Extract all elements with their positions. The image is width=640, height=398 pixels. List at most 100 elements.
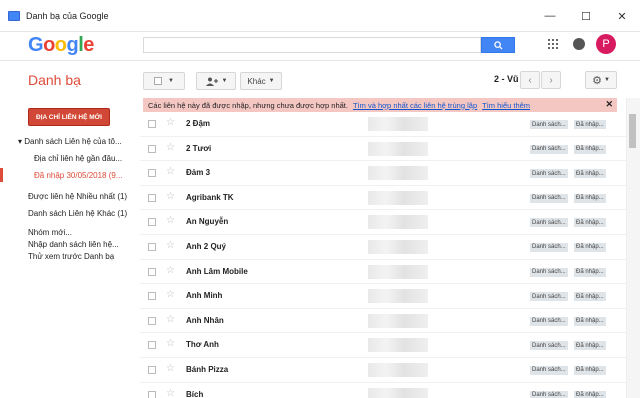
settings-button[interactable]: ⚙ ▼: [585, 71, 617, 89]
table-row[interactable]: ☆ Anh Lâm Mobile Danh sách... Đã nhập...: [140, 260, 626, 285]
star-icon[interactable]: ☆: [166, 215, 175, 226]
apps-grid-icon[interactable]: [548, 39, 558, 49]
chevron-left-icon: ‹: [528, 74, 532, 86]
row-checkbox[interactable]: [148, 267, 156, 276]
imported-tag: Đã nhập...: [574, 242, 606, 252]
star-icon[interactable]: ☆: [166, 289, 175, 300]
new-contact-button[interactable]: ĐỊA CHỈ LIÊN HỆ MỚI: [28, 108, 110, 126]
sidebar-item-try-preview[interactable]: Thử xem trước Danh bạ: [28, 252, 114, 261]
group-tag: Danh sách...: [530, 242, 568, 252]
blurred-contact-info: [368, 239, 428, 254]
select-checkbox[interactable]: [154, 77, 163, 85]
notifications-icon[interactable]: [573, 38, 585, 50]
star-icon[interactable]: ☆: [166, 388, 175, 398]
row-checkbox[interactable]: [148, 120, 156, 128]
star-icon[interactable]: ☆: [166, 240, 175, 251]
table-row[interactable]: ☆ Thơ Anh Danh sách... Đã nhập...: [140, 333, 626, 358]
blurred-contact-info: [368, 264, 428, 279]
contact-name[interactable]: Anh Minh: [186, 291, 222, 300]
imported-tag: Đã nhập...: [574, 316, 606, 326]
row-checkbox[interactable]: [148, 341, 156, 350]
row-checkbox[interactable]: [148, 390, 156, 398]
logo-letter-g: G: [28, 34, 44, 56]
row-checkbox[interactable]: [148, 242, 156, 251]
star-icon[interactable]: ☆: [166, 265, 175, 276]
group-tag: Danh sách...: [530, 218, 568, 228]
star-icon[interactable]: ☆: [166, 142, 175, 153]
imported-tag: Đã nhập...: [574, 390, 606, 398]
minimize-button[interactable]: —: [532, 0, 568, 32]
find-merge-duplicates-link[interactable]: Tìm và hợp nhất các liên hệ trùng lặp: [353, 101, 477, 110]
table-row[interactable]: ☆ Anh Minh Danh sách... Đã nhập...: [140, 284, 626, 309]
row-checkbox[interactable]: [148, 365, 156, 374]
contact-name[interactable]: Agribank TK: [186, 193, 234, 202]
contact-name[interactable]: Bánh Pizza: [186, 365, 228, 374]
previous-page-button[interactable]: ‹: [520, 71, 540, 89]
contact-name[interactable]: Anh Lâm Mobile: [186, 267, 248, 276]
row-checkbox[interactable]: [148, 316, 156, 325]
contacts-app-icon: [8, 10, 20, 21]
star-icon[interactable]: ☆: [166, 191, 175, 202]
next-page-button[interactable]: ›: [541, 71, 561, 89]
table-row[interactable]: ☆ Anh 2 Quý Danh sách... Đã nhập...: [140, 235, 626, 260]
imported-tag: Đã nhập...: [574, 365, 606, 375]
star-icon[interactable]: ☆: [166, 363, 175, 374]
sidebar-item-most-contacted[interactable]: Được liên hệ Nhiều nhất (1): [28, 192, 127, 201]
logo-letter-g2: g: [66, 34, 79, 56]
table-row[interactable]: ☆ Anh Nhân Danh sách... Đã nhập...: [140, 309, 626, 334]
contact-name[interactable]: Đảm 3: [186, 168, 210, 177]
table-row[interactable]: ☆ Agribank TK Danh sách... Đã nhập...: [140, 186, 626, 211]
contact-list: ☆ 2 Đậm Danh sách... Đã nhập... ☆ 2 Tươi…: [140, 112, 626, 398]
star-icon[interactable]: ☆: [166, 117, 175, 128]
star-icon[interactable]: ☆: [166, 314, 175, 325]
table-row[interactable]: ☆ Bích Danh sách... Đã nhập...: [140, 383, 626, 398]
learn-more-link[interactable]: Tìm hiểu thêm: [482, 101, 530, 110]
maximize-button[interactable]: ☐: [568, 0, 604, 32]
select-all-dropdown[interactable]: ▼: [143, 72, 185, 90]
chevron-down-icon: ▼: [268, 78, 275, 84]
logo-letter-e: e: [83, 34, 94, 56]
add-to-group-button[interactable]: ▼: [196, 72, 236, 90]
window-controls: — ☐ ✕: [532, 0, 640, 32]
table-row[interactable]: ☆ Bánh Pizza Danh sách... Đã nhập...: [140, 358, 626, 383]
row-checkbox[interactable]: [148, 292, 156, 301]
page-title[interactable]: Danh bạ: [28, 72, 81, 88]
sidebar-item-import-contacts[interactable]: Nhập danh sách liên hệ...: [28, 240, 119, 249]
avatar[interactable]: P: [596, 34, 616, 54]
search-button[interactable]: [481, 37, 515, 53]
contact-name[interactable]: Bích: [186, 390, 203, 398]
row-checkbox[interactable]: [148, 144, 156, 153]
logo-letter-o1: o: [43, 34, 55, 56]
row-checkbox[interactable]: [148, 193, 156, 202]
contact-name[interactable]: An Nguyễn: [186, 217, 228, 226]
table-row[interactable]: ☆ An Nguyễn Danh sách... Đã nhập...: [140, 210, 626, 235]
contact-name[interactable]: Thơ Anh: [186, 340, 219, 349]
scrollbar-thumb[interactable]: [629, 114, 636, 148]
contact-name[interactable]: 2 Đậm: [186, 119, 210, 128]
sidebar-item-recent-contacts[interactable]: Địa chỉ liên hệ gần đâu...: [34, 154, 122, 163]
google-logo[interactable]: Google: [28, 34, 94, 57]
pagination-range: 2 - Vũ: [494, 74, 519, 84]
contact-name[interactable]: 2 Tươi: [186, 144, 211, 153]
row-checkbox[interactable]: [148, 169, 156, 178]
sidebar-item-other-contacts[interactable]: Danh sách Liên hệ Khác (1): [28, 209, 127, 218]
star-icon[interactable]: ☆: [166, 166, 175, 177]
more-actions-button[interactable]: Khác ▼: [240, 72, 282, 90]
row-checkbox[interactable]: [148, 218, 156, 227]
star-icon[interactable]: ☆: [166, 338, 175, 349]
group-tag: Danh sách...: [530, 316, 568, 326]
merge-notice-bar: Các liên hệ này đã được nhập, nhưng chưa…: [143, 98, 617, 112]
sidebar-item-new-group[interactable]: Nhóm mới...: [28, 228, 72, 237]
imported-tag: Đã nhập...: [574, 144, 606, 154]
chevron-right-icon: ›: [549, 74, 553, 86]
close-button[interactable]: ✕: [604, 0, 640, 32]
contact-name[interactable]: Anh Nhân: [186, 316, 224, 325]
table-row[interactable]: ☆ 2 Đậm Danh sách... Đã nhập...: [140, 112, 626, 137]
contact-name[interactable]: Anh 2 Quý: [186, 242, 226, 251]
dismiss-notice-icon[interactable]: ✕: [605, 99, 613, 110]
search-input[interactable]: [143, 37, 481, 53]
table-row[interactable]: ☆ Đảm 3 Danh sách... Đã nhập...: [140, 161, 626, 186]
table-row[interactable]: ☆ 2 Tươi Danh sách... Đã nhập...: [140, 137, 626, 162]
sidebar-item-imported[interactable]: Đã nhập 30/05/2018 (9...: [34, 171, 123, 180]
sidebar-item-my-contacts[interactable]: ▾ Danh sách Liên hệ của tô...: [18, 137, 122, 146]
